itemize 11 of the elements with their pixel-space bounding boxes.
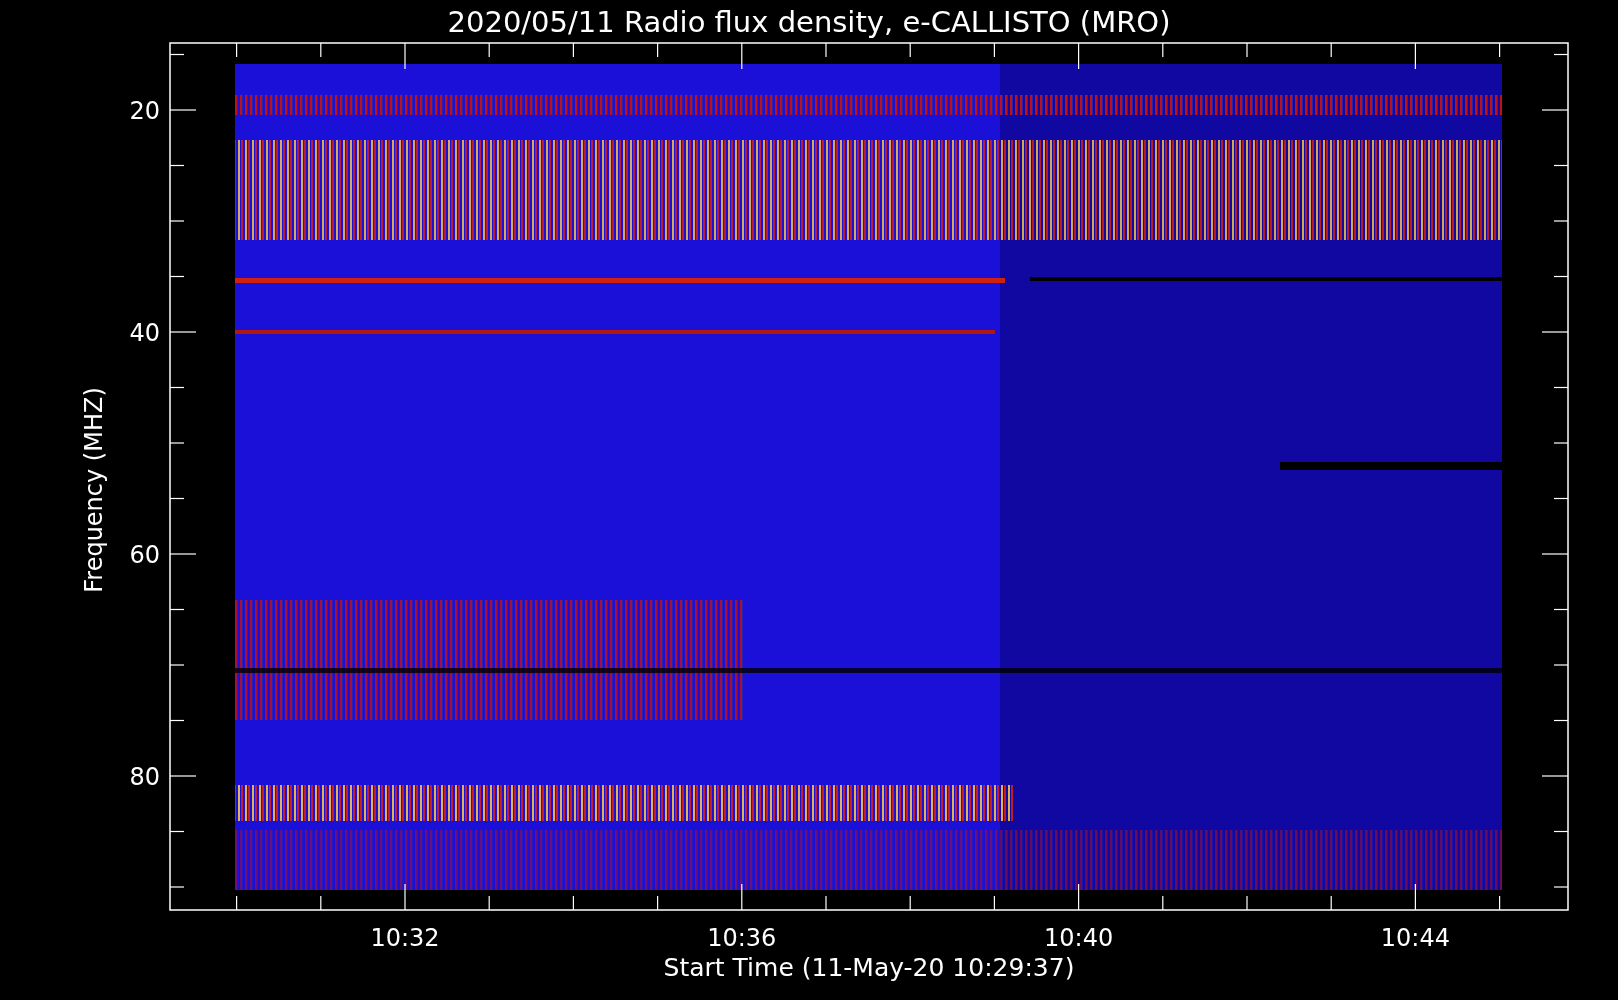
x-tick-label: 10:36 [707, 924, 777, 952]
y-axis-label: Frequency (MHZ) [80, 387, 108, 593]
y-tick-label: 20 [129, 97, 160, 125]
x-tick-label: 10:40 [1044, 924, 1114, 952]
x-tick-label: 10:44 [1380, 924, 1450, 952]
y-tick-label: 80 [129, 763, 160, 791]
x-axis-label: Start Time (11-May-20 10:29:37) [663, 953, 1075, 982]
y-tick-label: 60 [129, 541, 160, 569]
y-tick-label: 40 [129, 319, 160, 347]
x-tick-label: 10:32 [370, 924, 440, 952]
chart-title: 2020/05/11 Radio flux density, e-CALLISTO (MRO) [447, 5, 1171, 39]
